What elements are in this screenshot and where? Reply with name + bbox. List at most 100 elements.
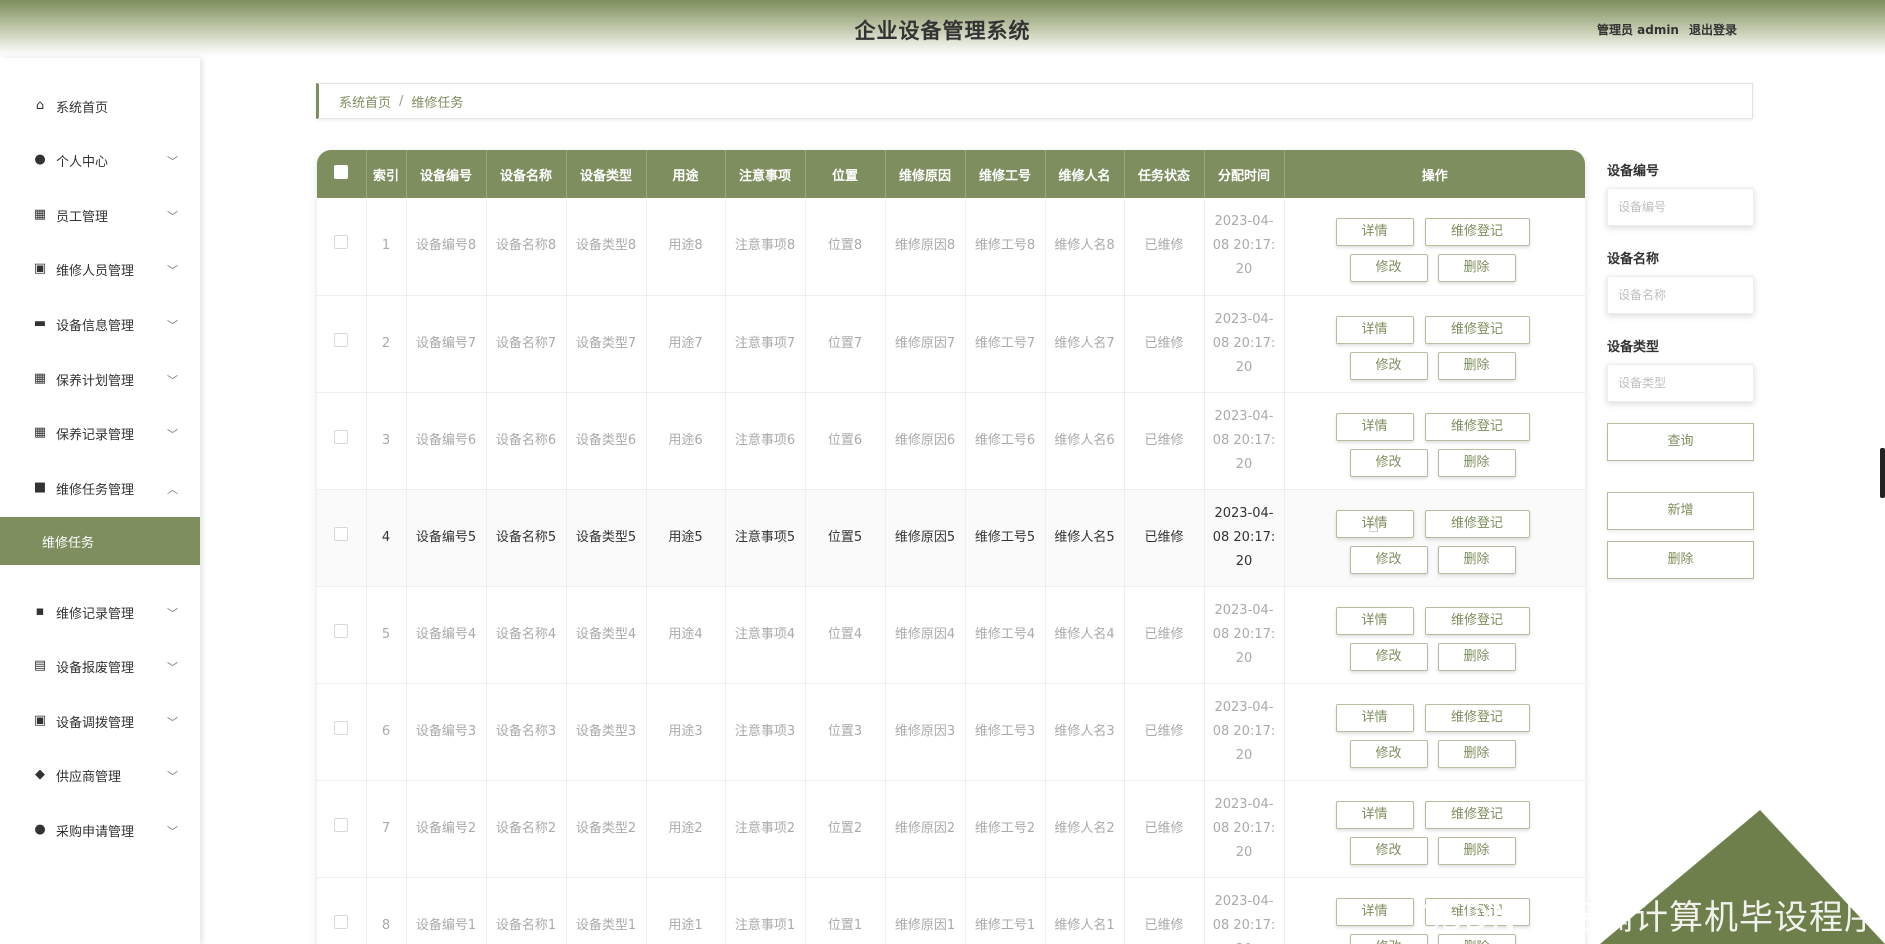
select-all-header[interactable]	[317, 150, 367, 198]
repair-register-button[interactable]: 维修登记	[1424, 606, 1530, 635]
name-search-input[interactable]	[1607, 276, 1754, 314]
row-select-cell[interactable]	[317, 586, 367, 684]
column-header: 注意事项	[725, 150, 806, 198]
sidebar-item-0[interactable]: ⌂ 系统首页	[0, 86, 200, 126]
table-row: 4 设备编号5 设备名称5 设备类型5 用途5 注意事项5 位置5 维修原因5 维修工号5 维修人…	[317, 489, 1585, 587]
cell-time: 2023-04-08 20:17:20	[1204, 586, 1285, 684]
detail-button[interactable]: 详情	[1335, 897, 1414, 926]
repair-register-button[interactable]: 维修登记	[1424, 412, 1530, 441]
cell-status: 已维修	[1124, 586, 1205, 684]
clipboard-check-icon: ▣	[33, 713, 47, 728]
cell-note: 注意事项7	[725, 295, 806, 393]
row-checkbox[interactable]	[334, 817, 349, 832]
repair-register-button[interactable]: 维修登记	[1424, 509, 1530, 538]
delete-button[interactable]: 删除	[1437, 642, 1516, 671]
cell-idx: 2	[366, 295, 407, 393]
row-select-cell[interactable]	[317, 295, 367, 393]
breadcrumb-home[interactable]: 系统首页	[339, 92, 391, 111]
sidebar-subitem-repair-task[interactable]: 维修任务	[0, 517, 200, 565]
logout-link[interactable]: 退出登录	[1689, 21, 1737, 38]
cell-note: 注意事项2	[725, 780, 806, 878]
sidebar-item-6[interactable]: ▦ 保养记录管理 ﹀	[0, 413, 200, 453]
cell-time: 2023-04-08 20:17:20	[1204, 683, 1285, 781]
add-button[interactable]: 新增	[1607, 492, 1754, 530]
cell-worker: 维修人名3	[1045, 683, 1125, 781]
cell-reason: 维修原因2	[885, 780, 966, 878]
sidebar-item-3[interactable]: ▣ 维修人员管理 ﹀	[0, 249, 200, 289]
sidebar-item-2[interactable]: ▦ 员工管理 ﹀	[0, 195, 200, 235]
edit-button[interactable]: 修改	[1349, 254, 1428, 283]
edit-button[interactable]: 修改	[1349, 448, 1428, 477]
sidebar-item-11[interactable]: ◆ 供应商管理 ﹀	[0, 755, 200, 795]
row-checkbox[interactable]	[334, 720, 349, 735]
grid-icon: ▦	[33, 207, 47, 222]
cell-type: 设备类型6	[566, 392, 647, 490]
row-select-cell[interactable]	[317, 877, 367, 944]
repair-register-button[interactable]: 维修登记	[1424, 315, 1530, 344]
query-button[interactable]: 查询	[1607, 423, 1754, 461]
cell-use: 用途1	[646, 877, 726, 944]
delete-button[interactable]: 删除	[1437, 351, 1516, 380]
table-row: 2 设备编号7 设备名称7 设备类型7 用途7 注意事项7 位置7 维修原因7 维修工号7 维修人…	[317, 295, 1585, 393]
cell-reason: 维修原因3	[885, 683, 966, 781]
row-select-cell[interactable]	[317, 198, 367, 296]
row-select-cell[interactable]	[317, 683, 367, 781]
repair-register-button[interactable]: 维修登记	[1424, 218, 1530, 247]
sidebar-item-label: 维修记录管理	[56, 606, 135, 622]
delete-button[interactable]: 删除	[1437, 739, 1516, 768]
sidebar-item-4[interactable]: ▬ 设备信息管理 ﹀	[0, 304, 200, 344]
cell-type: 设备类型8	[566, 198, 647, 296]
briefcase-icon: ▪	[35, 604, 45, 619]
type-search-input[interactable]	[1607, 364, 1754, 402]
row-checkbox[interactable]	[334, 235, 349, 250]
column-header: 维修原因	[885, 150, 966, 198]
delete-button[interactable]: 删除	[1437, 254, 1516, 283]
edit-button[interactable]: 修改	[1349, 642, 1428, 671]
detail-button[interactable]: 详情	[1335, 800, 1414, 829]
repair-register-button[interactable]: 维修登记	[1424, 703, 1530, 732]
edit-button[interactable]: 修改	[1349, 739, 1428, 768]
detail-button[interactable]: 详情	[1335, 703, 1414, 732]
sidebar-item-12[interactable]: ● 采购申请管理 ﹀	[0, 810, 200, 850]
row-checkbox[interactable]	[334, 332, 349, 347]
code-search-input[interactable]	[1607, 188, 1754, 226]
sidebar-item-label: 维修任务管理	[56, 482, 135, 498]
sidebar-item-8[interactable]: ▪ 维修记录管理 ﹀	[0, 592, 200, 632]
row-actions: 详情维修登记修改删除	[1291, 595, 1580, 675]
sidebar-item-7[interactable]: ■ 维修任务管理 ︿	[0, 468, 200, 508]
cell-reason: 维修原因6	[885, 392, 966, 490]
row-checkbox[interactable]	[334, 526, 349, 541]
sidebar-item-9[interactable]: ▤ 设备报废管理 ﹀	[0, 646, 200, 686]
bulk-delete-button[interactable]: 删除	[1607, 541, 1754, 579]
repair-register-button[interactable]: 维修登记	[1424, 800, 1530, 829]
detail-button[interactable]: 详情	[1335, 412, 1414, 441]
detail-button[interactable]: 详情	[1335, 606, 1414, 635]
delete-button[interactable]: 删除	[1437, 545, 1516, 574]
chevron-down-icon: ﹀	[167, 428, 178, 441]
sidebar-subitem-label: 维修任务	[42, 535, 95, 551]
select-all-checkbox[interactable]	[334, 165, 349, 179]
delete-button[interactable]: 删除	[1437, 448, 1516, 477]
edit-button[interactable]: 修改	[1349, 836, 1428, 865]
sidebar-item-5[interactable]: ▦ 保养计划管理 ﹀	[0, 359, 200, 399]
cell-worker: 维修人名6	[1045, 392, 1125, 490]
delete-button[interactable]: 删除	[1437, 836, 1516, 865]
row-select-cell[interactable]	[317, 780, 367, 878]
sidebar-item-10[interactable]: ▣ 设备调拨管理 ﹀	[0, 701, 200, 741]
detail-button[interactable]: 详情	[1335, 218, 1414, 247]
cell-worker_id: 维修工号5	[965, 489, 1046, 587]
row-checkbox[interactable]	[334, 623, 349, 638]
row-checkbox[interactable]	[334, 914, 349, 929]
edit-button[interactable]: 修改	[1349, 351, 1428, 380]
row-select-cell[interactable]	[317, 392, 367, 490]
cell-note: 注意事项6	[725, 392, 806, 490]
cell-note: 注意事项5	[725, 489, 806, 587]
edit-button[interactable]: 修改	[1349, 545, 1428, 574]
page-scrollbar[interactable]	[1880, 448, 1885, 498]
sidebar-item-1[interactable]: ● 个人中心 ﹀	[0, 140, 200, 180]
cell-loc: 位置8	[805, 198, 886, 296]
row-select-cell[interactable]	[317, 489, 367, 587]
row-checkbox[interactable]	[334, 429, 349, 444]
column-header: 设备类型	[566, 150, 647, 198]
detail-button[interactable]: 详情	[1335, 315, 1414, 344]
